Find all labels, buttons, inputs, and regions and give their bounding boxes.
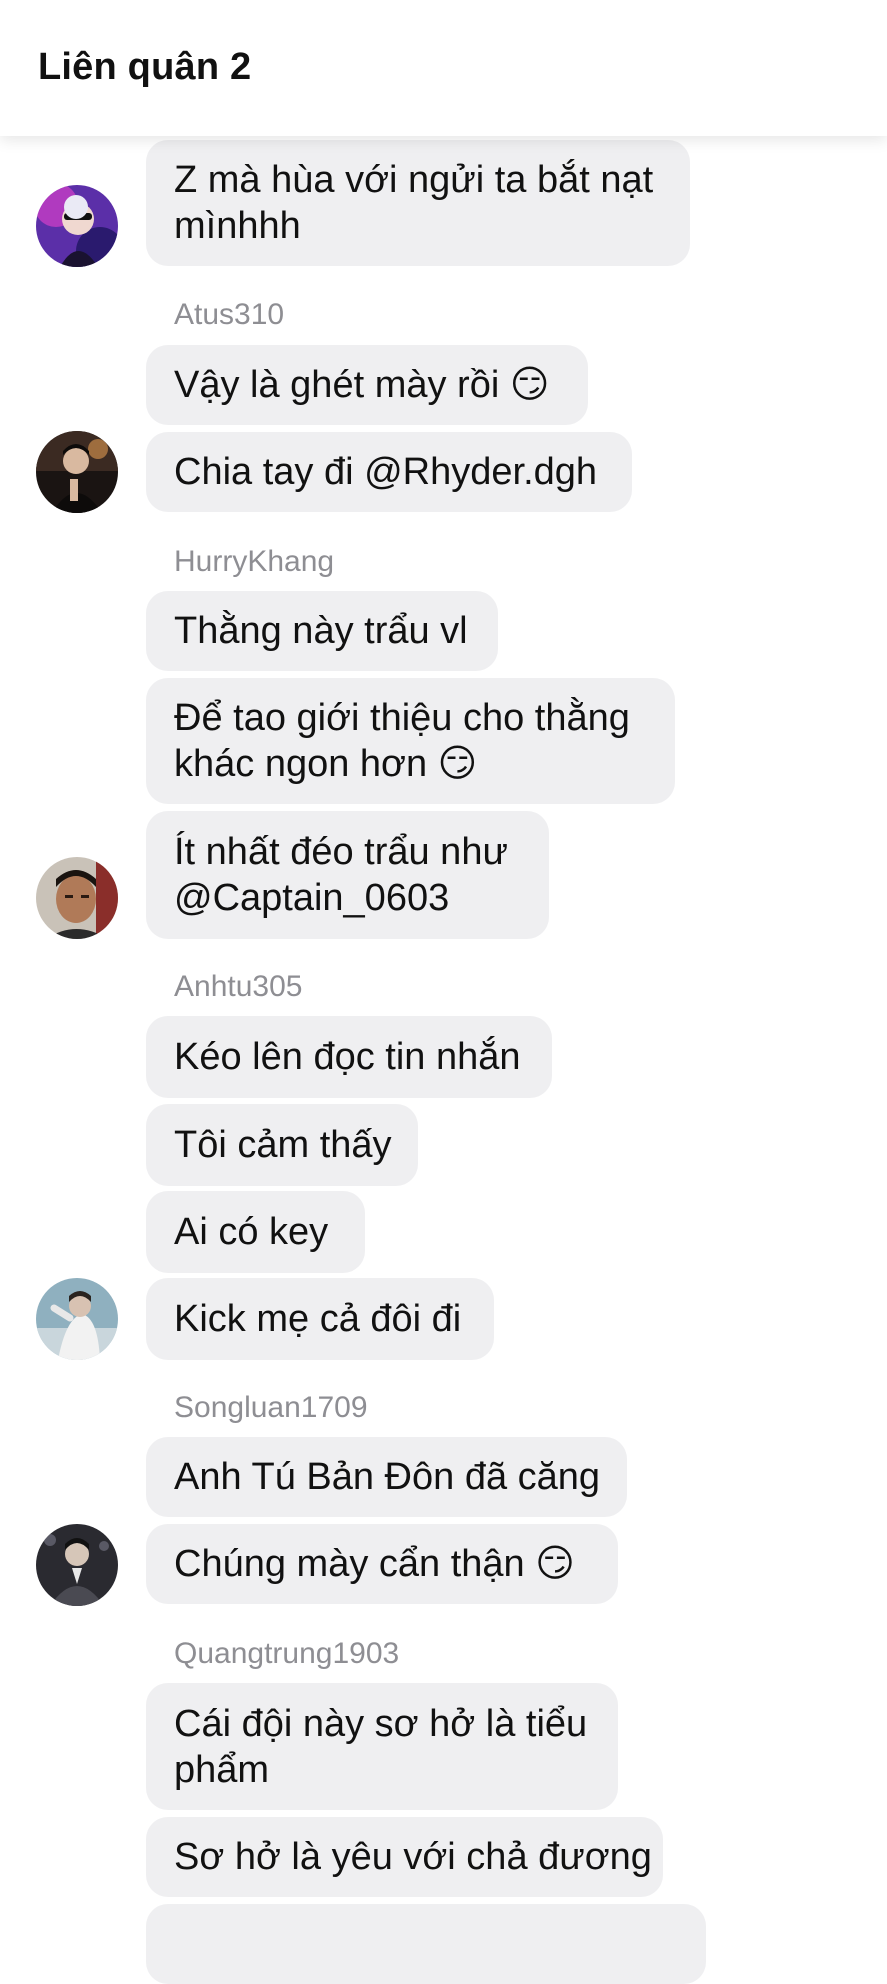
- message-text-line: khác ngon hơn 😏: [174, 743, 478, 785]
- user-avatar[interactable]: [36, 185, 118, 267]
- smirk-emoji: 😏: [509, 364, 550, 406]
- sender-name: Anhtu305: [174, 970, 303, 1003]
- message-bubble[interactable]: Kéo lên đọc tin nhắn: [146, 1016, 552, 1098]
- message-bubble[interactable]: Tôi cảm thấy: [146, 1104, 418, 1186]
- sender-name: HurryKhang: [174, 545, 335, 578]
- message-bubble[interactable]: Anh Tú Bản Đôn đã căng: [146, 1437, 627, 1517]
- message-text: Tôi cảm thấy: [174, 1124, 392, 1166]
- smirk-emoji: 😏: [437, 743, 478, 785]
- message-bubble[interactable]: Z mà hùa với ngửi ta bắt nạt mìnhhh: [146, 140, 690, 266]
- user-avatar[interactable]: [36, 1524, 118, 1606]
- message-text: Chia tay đi @Rhyder.dgh: [174, 451, 598, 493]
- message-text: Thằng này trẩu vl: [174, 610, 468, 652]
- message-text-line: phẩm: [174, 1748, 270, 1791]
- message-bubble[interactable]: Để tao giới thiệu cho thằng khác ngon hơ…: [146, 678, 675, 804]
- message-bubble[interactable]: Chia tay đi @Rhyder.dgh: [146, 432, 632, 512]
- message-text-line: Ít nhất đéo trẩu như: [174, 831, 508, 873]
- chat-header: Liên quân 2: [0, 0, 887, 136]
- message-text: Kick mẹ cả đôi đi: [174, 1298, 462, 1340]
- message-text-line: Để tao giới thiệu cho thằng: [174, 697, 630, 739]
- message-text-line: Cái đội này sơ hở là tiểu: [174, 1702, 588, 1745]
- smirk-emoji: 😏: [535, 1543, 575, 1585]
- message-bubble[interactable]: Sơ hở là yêu với chả đương: [146, 1817, 663, 1897]
- user-avatar[interactable]: [36, 431, 118, 513]
- message-text-line: @Captain_0603: [174, 877, 450, 919]
- message-text: Sơ hở là yêu với chả đương: [174, 1836, 652, 1878]
- group-chat-title[interactable]: Liên quân 2: [38, 46, 251, 89]
- message-text: Kéo lên đọc tin nhắn: [174, 1036, 521, 1078]
- message-text: Vậy là ghét mày rồi 😏: [174, 364, 550, 406]
- message-text-line: mìnhhh: [174, 205, 301, 247]
- message-bubble[interactable]: Ít nhất đéo trẩu như @Captain_0603: [146, 811, 549, 939]
- message-bubble[interactable]: Cái đội này sơ hở là tiểu phẩm: [146, 1683, 618, 1810]
- message-text: Chúng mày cẩn thận 😏: [174, 1543, 575, 1585]
- message-bubble[interactable]: Chúng mày cẩn thận 😏: [146, 1524, 618, 1604]
- user-avatar[interactable]: [36, 1278, 118, 1360]
- user-avatar[interactable]: [36, 857, 118, 939]
- message-bubble[interactable]: Vậy là ghét mày rồi 😏: [146, 345, 588, 425]
- message-text: Anh Tú Bản Đôn đã căng: [174, 1456, 601, 1498]
- message-bubble[interactable]: Ai có key: [146, 1191, 365, 1273]
- sender-name: Songluan1709: [174, 1391, 368, 1424]
- message-bubble[interactable]: Kick mẹ cả đôi đi: [146, 1278, 494, 1360]
- message-text-line: Z mà hùa với ngửi ta bắt nạt: [174, 159, 654, 201]
- message-text: Ai có key: [174, 1211, 329, 1253]
- message-bubble-partial[interactable]: [146, 1904, 706, 1984]
- sender-name: Atus310: [174, 298, 285, 331]
- message-bubble[interactable]: Thằng này trẩu vl: [146, 591, 498, 671]
- sender-name: Quangtrung1903: [174, 1637, 400, 1670]
